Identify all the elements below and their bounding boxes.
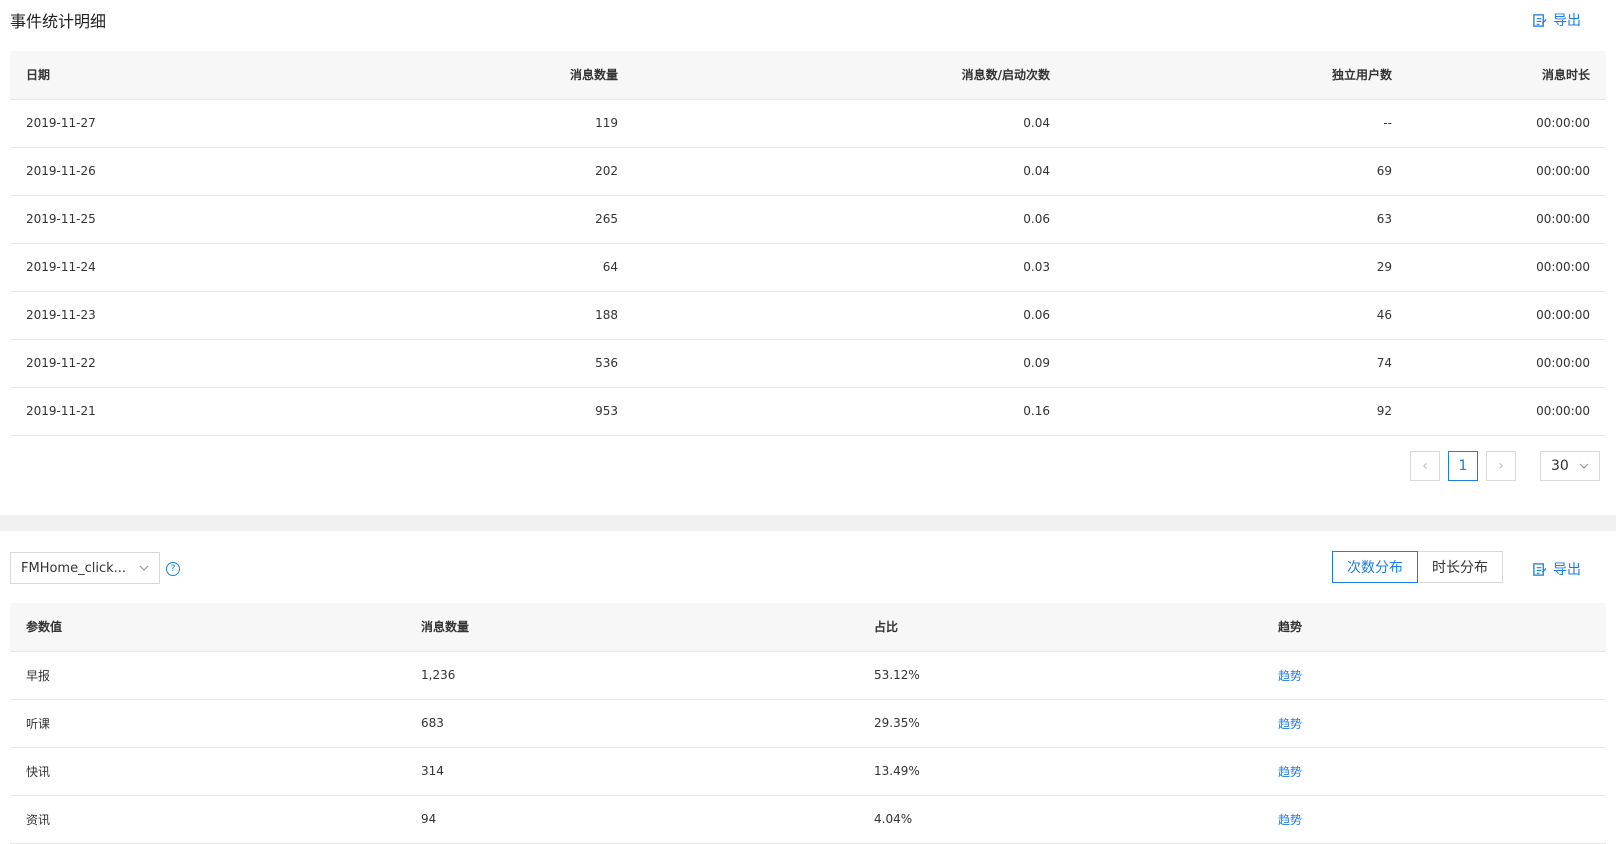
chevron-down-icon [139,565,149,571]
event-stats-panel: 事件统计明细 导出 日期 消息数量 消息数/启动次数 独立用户数 消息时长 20… [0,0,1616,515]
cell-duration: 00:00:00 [1536,260,1590,274]
distribution-tabs: 次数分布 时长分布 [1332,551,1503,583]
tab-count-distribution[interactable]: 次数分布 [1332,551,1418,583]
page-title: 事件统计明细 [10,12,107,31]
cell-count: 1,236 [421,668,456,682]
export-label: 导出 [1553,13,1581,29]
cell-date: 2019-11-26 [26,164,96,178]
cell-count: 119 [595,116,618,130]
table-row: 2019-11-27 119 0.04 -- 00:00:00 [10,99,1606,147]
col-message-count[interactable]: 消息数量 [405,603,858,651]
cell-date: 2019-11-27 [26,116,96,130]
cell-percentage: 29.35% [874,716,920,730]
cell-ratio: 0.06 [1023,212,1050,226]
cell-users: 74 [1376,356,1392,370]
cell-param: 听课 [26,716,51,731]
cell-date: 2019-11-25 [26,212,96,226]
cell-duration: 00:00:00 [1536,356,1590,370]
table-row: 2019-11-21 953 0.16 92 00:00:00 [10,387,1606,435]
cell-ratio: 0.04 [1023,164,1050,178]
cell-ratio: 0.06 [1023,308,1050,322]
cell-date: 2019-11-22 [26,356,96,370]
trend-link[interactable]: 趋势 [1262,747,1606,795]
cell-duration: 00:00:00 [1536,308,1590,322]
table-row: 2019-11-24 64 0.03 29 00:00:00 [10,243,1606,291]
table-row: 2019-11-23 188 0.06 46 00:00:00 [10,291,1606,339]
cell-duration: 00:00:00 [1536,116,1590,130]
cell-param: 快讯 [26,764,51,779]
table-header-row: 参数值 消息数量 占比 趋势 [10,603,1606,651]
col-message-per-launch[interactable]: 消息数/启动次数 [634,51,1066,99]
cell-percentage: 4.04% [874,812,913,826]
export-button[interactable]: 导出 [1532,559,1581,579]
cell-users: 69 [1376,164,1392,178]
cell-ratio: 0.03 [1023,260,1050,274]
export-label: 导出 [1553,562,1581,578]
table-row: 2019-11-25 265 0.06 63 00:00:00 [10,195,1606,243]
cell-count: 683 [421,716,444,730]
export-icon [1533,13,1547,27]
cell-users: 92 [1376,404,1392,418]
export-icon [1533,562,1547,576]
table-row: 2019-11-26 202 0.04 69 00:00:00 [10,147,1606,195]
chevron-down-icon [1579,463,1589,469]
col-percentage[interactable]: 占比 [858,603,1262,651]
cell-users: 63 [1376,212,1392,226]
cell-count: 314 [421,764,444,778]
cell-count: 202 [595,164,618,178]
table-row: 快讯 314 13.49% 趋势 [10,747,1606,795]
cell-count: 953 [595,404,618,418]
param-distribution-table: 参数值 消息数量 占比 趋势 早报 1,236 53.12% 趋势 听课 683 29.3… [10,603,1606,844]
cell-count: 536 [595,356,618,370]
export-button[interactable]: 导出 [1532,10,1581,30]
trend-link[interactable]: 趋势 [1262,795,1606,843]
cell-percentage: 53.12% [874,668,920,682]
trend-link[interactable]: 趋势 [1262,699,1606,747]
tab-duration-distribution[interactable]: 时长分布 [1418,551,1503,583]
section-divider [0,515,1616,531]
cell-count: 94 [421,812,437,826]
col-unique-users[interactable]: 独立用户数 [1066,51,1408,99]
col-message-count[interactable]: 消息数量 [282,51,634,99]
table-row: 资讯 94 4.04% 趋势 [10,795,1606,843]
cell-date: 2019-11-24 [26,260,96,274]
help-icon[interactable]: ? [166,562,180,576]
cell-users: 29 [1376,260,1392,274]
cell-count: 265 [595,212,618,226]
cell-users: -- [1383,116,1392,130]
table-row: 早报 1,236 53.12% 趋势 [10,651,1606,699]
param-distribution-panel: FMHome_click... ? 次数分布 时长分布 导出 参数值 消息数量 … [0,531,1616,844]
cell-users: 46 [1376,308,1392,322]
param-select[interactable]: FMHome_click... [10,552,160,584]
page-button-current[interactable]: 1 [1448,451,1478,481]
page-size-select[interactable]: 30 [1540,451,1600,481]
event-stats-table: 日期 消息数量 消息数/启动次数 独立用户数 消息时长 2019-11-27 11… [10,51,1606,436]
next-page-button[interactable]: › [1486,451,1516,481]
cell-date: 2019-11-21 [26,404,96,418]
col-message-duration[interactable]: 消息时长 [1408,51,1606,99]
cell-date: 2019-11-23 [26,308,96,322]
cell-ratio: 0.16 [1023,404,1050,418]
col-param-value[interactable]: 参数值 [10,603,405,651]
table-header-row: 日期 消息数量 消息数/启动次数 独立用户数 消息时长 [10,51,1606,99]
cell-param: 早报 [26,668,51,683]
cell-duration: 00:00:00 [1536,404,1590,418]
cell-ratio: 0.04 [1023,116,1050,130]
cell-count: 188 [595,308,618,322]
cell-duration: 00:00:00 [1536,212,1590,226]
cell-duration: 00:00:00 [1536,164,1590,178]
col-trend: 趋势 [1278,620,1303,635]
page-size-value: 30 [1551,458,1569,474]
table-row: 2019-11-22 536 0.09 74 00:00:00 [10,339,1606,387]
cell-percentage: 13.49% [874,764,920,778]
trend-link[interactable]: 趋势 [1262,651,1606,699]
cell-count: 64 [602,260,618,274]
prev-page-button[interactable]: ‹ [1410,451,1440,481]
cell-ratio: 0.09 [1023,356,1050,370]
table-row: 听课 683 29.35% 趋势 [10,699,1606,747]
col-date[interactable]: 日期 [10,51,282,99]
cell-param: 资讯 [26,812,51,827]
pagination: ‹ 1 › [1410,451,1516,481]
param-select-value: FMHome_click... [21,560,127,576]
